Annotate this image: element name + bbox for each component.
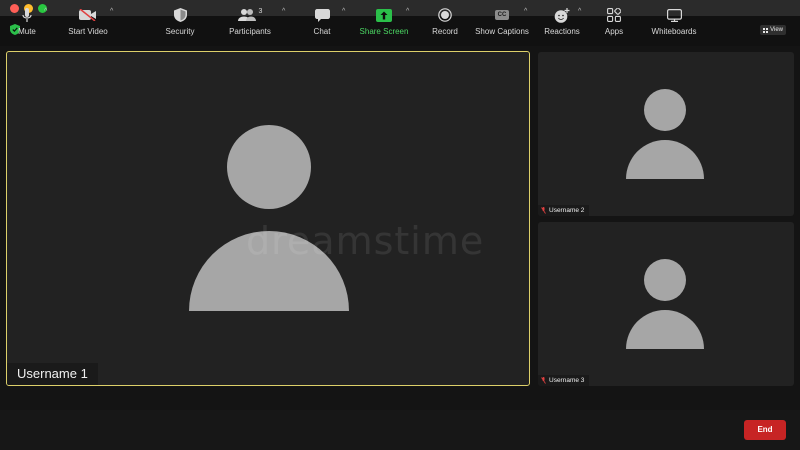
caret-up-icon[interactable]: ^: [578, 8, 581, 15]
avatar: [189, 125, 349, 311]
mic-muted-icon: [541, 377, 546, 384]
grid-icon: [763, 27, 769, 33]
share-screen-label: Share Screen: [359, 27, 409, 36]
caret-up-icon[interactable]: ^: [342, 8, 345, 15]
participant-name-label: Username 1: [7, 363, 98, 385]
apps-label: Apps: [604, 27, 624, 36]
view-button[interactable]: View: [760, 25, 786, 35]
participant-name-tag: Username 2: [538, 205, 590, 216]
captions-icon: CC: [494, 10, 510, 20]
apps-icon: [607, 8, 621, 22]
video-tile-participant[interactable]: Username 2: [538, 52, 794, 216]
start-video-button[interactable]: Start Video: [64, 0, 112, 40]
avatar: [626, 89, 704, 179]
end-meeting-button[interactable]: End: [744, 420, 786, 440]
participants-icon: [237, 9, 256, 21]
participants-label: Participants: [229, 27, 271, 36]
record-label: Record: [432, 27, 458, 36]
participants-count: 3: [258, 7, 263, 15]
show-captions-label: Show Captions: [475, 27, 529, 36]
meeting-toolbar: [0, 410, 800, 450]
shield-icon: [173, 8, 187, 22]
reactions-icon: [554, 7, 570, 23]
video-tile-participant[interactable]: Username 3: [538, 222, 794, 386]
mic-muted-icon: [541, 207, 546, 214]
share-screen-icon: [376, 8, 392, 22]
chat-button[interactable]: Chat: [308, 0, 336, 40]
security-label: Security: [165, 27, 195, 36]
participant-name-label: Username 2: [549, 207, 585, 214]
caret-up-icon[interactable]: ^: [524, 8, 527, 15]
participants-button[interactable]: 3 Participants: [226, 0, 274, 40]
record-icon: [438, 8, 452, 22]
chat-bubble-icon: [314, 8, 330, 22]
caret-up-icon[interactable]: ^: [282, 8, 285, 15]
chat-label: Chat: [313, 27, 331, 36]
view-label: View: [770, 27, 783, 33]
whiteboards-button[interactable]: Whiteboards: [646, 0, 702, 40]
caret-up-icon[interactable]: ^: [406, 8, 409, 15]
security-button[interactable]: Security: [160, 0, 200, 40]
start-video-label: Start Video: [68, 27, 108, 36]
share-screen-button[interactable]: Share Screen: [358, 0, 410, 40]
caret-up-icon[interactable]: ^: [110, 8, 113, 15]
microphone-icon: [22, 7, 32, 22]
participant-name-tag: Username 3: [538, 375, 590, 386]
video-off-icon: [79, 9, 96, 21]
whiteboard-icon: [666, 8, 682, 22]
record-button[interactable]: Record: [428, 0, 462, 40]
apps-button[interactable]: Apps: [600, 0, 628, 40]
whiteboards-label: Whiteboards: [651, 27, 697, 36]
video-tile-main[interactable]: Username 1: [6, 51, 530, 386]
avatar: [626, 259, 704, 349]
reactions-label: Reactions: [544, 27, 580, 36]
mute-button[interactable]: Mute: [12, 0, 42, 40]
show-captions-button[interactable]: CC Show Captions: [474, 0, 530, 40]
reactions-button[interactable]: Reactions: [542, 0, 582, 40]
mute-label: Mute: [18, 27, 36, 36]
participant-name-label: Username 3: [549, 377, 585, 384]
caret-up-icon[interactable]: ^: [44, 8, 47, 15]
